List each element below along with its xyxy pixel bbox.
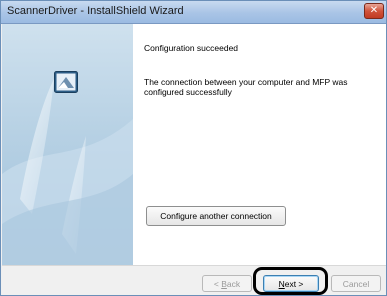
banner-graphic: [2, 79, 133, 265]
installer-icon: [54, 71, 78, 93]
cancel-button[interactable]: Cancel: [331, 275, 381, 292]
configure-button-label: Configure another connection: [160, 211, 272, 221]
wizard-side-banner: [2, 24, 133, 265]
back-button[interactable]: < Back: [202, 275, 252, 292]
wizard-content: Configuration succeeded The connection b…: [133, 24, 386, 265]
installer-window: ScannerDriver - InstallShield Wizard ✕ C…: [0, 0, 387, 296]
status-message: The connection between your computer and…: [144, 77, 348, 97]
configure-another-connection-button[interactable]: Configure another connection: [146, 206, 286, 226]
wizard-footer: < Back Next > Cancel: [2, 265, 386, 295]
window-title: ScannerDriver - InstallShield Wizard: [7, 5, 184, 17]
title-bar[interactable]: ScannerDriver - InstallShield Wizard ✕: [1, 1, 386, 24]
page-heading: Configuration succeeded: [144, 43, 239, 53]
close-icon: ✕: [369, 5, 379, 16]
back-button-label: < Back: [213, 278, 241, 289]
close-button[interactable]: ✕: [364, 3, 384, 19]
next-button[interactable]: Next >: [263, 275, 319, 292]
cancel-button-label: Cancel: [342, 278, 370, 289]
next-button-label: Next >: [278, 278, 304, 289]
